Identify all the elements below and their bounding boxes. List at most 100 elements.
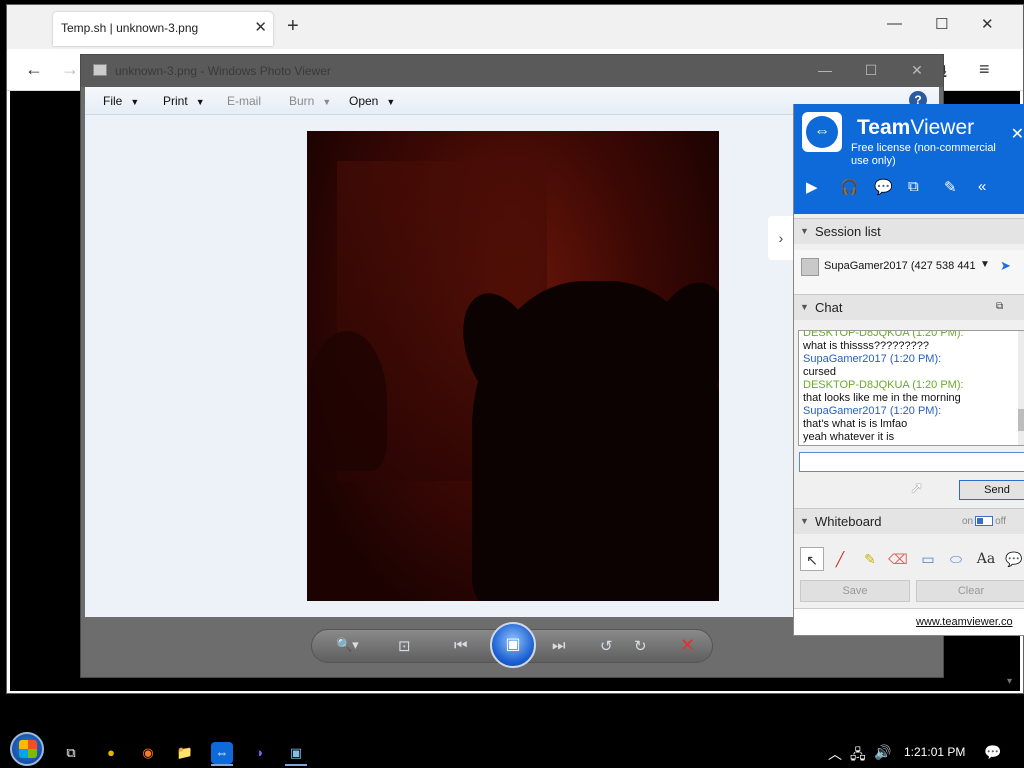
new-tab-button[interactable]: + (287, 15, 299, 38)
menu-icon[interactable]: ≡ (979, 59, 990, 80)
chat-sender: DESKTOP-D8JQKUA (1:20 PM): (803, 379, 964, 391)
chat-scrollbar-thumb[interactable] (1018, 409, 1024, 431)
network-icon[interactable]: 🖧 (850, 744, 866, 768)
slideshow-button[interactable]: ▣ (490, 622, 536, 668)
files-icon[interactable]: ⧉ (908, 178, 919, 195)
whiteboard-header[interactable]: ▼ Whiteboard on off (794, 508, 1024, 534)
menu-file-label: File (103, 94, 123, 108)
photo-dog-silhouette (472, 281, 719, 601)
notifications-icon[interactable]: 💬 (984, 744, 1001, 761)
avatar (801, 258, 819, 276)
chat-scrollbar[interactable] (1018, 331, 1024, 445)
tray-overflow-icon[interactable]: ︿ (828, 744, 842, 764)
fit-window-icon[interactable]: ⊡ (398, 637, 411, 655)
tab-strip: Temp.sh | unknown-3.png ✕ + — ☐ ✕ (7, 5, 1023, 49)
start-button[interactable] (10, 732, 44, 766)
chat-input[interactable] (799, 452, 1024, 472)
tab-title: Temp.sh | unknown-3.png (61, 21, 199, 35)
tab-temp-sh[interactable]: Temp.sh | unknown-3.png ✕ (53, 12, 273, 46)
toggle-off-label: off (995, 516, 1007, 527)
save-button[interactable]: Save (800, 580, 910, 602)
chat-message: that looks like me in the morning (803, 392, 961, 404)
photo-viewer-titlebar[interactable]: unknown-3.png - Windows Photo Viewer — ☐… (81, 55, 943, 87)
photo-viewer-app-icon (93, 64, 107, 76)
video-icon[interactable]: ▶ (806, 178, 818, 196)
eraser-tool-icon[interactable]: ⌫ (886, 547, 910, 571)
chevron-down-icon: ▼ (800, 226, 809, 236)
tor-browser-icon[interactable]: ◑ (248, 742, 270, 764)
session-dropdown-icon[interactable]: ▼ (980, 259, 990, 270)
delete-icon[interactable]: ✕ (680, 635, 695, 656)
chrome-icon[interactable]: ● (100, 742, 122, 764)
text-tool-icon[interactable]: Aa (974, 547, 998, 571)
pointer-icon[interactable]: ➤ (1000, 258, 1011, 274)
chat-log[interactable]: DESKTOP-D8JQKUA (1:20 PM): what is thiss… (798, 330, 1024, 446)
clock[interactable]: 1:21:01 PM (904, 745, 965, 759)
browser-close-button[interactable]: ✕ (981, 15, 994, 33)
chevron-down-icon: ▼ (130, 97, 140, 107)
photo-viewer-maximize-button[interactable]: ☐ (853, 59, 889, 81)
chevron-right-icon[interactable]: › (768, 216, 794, 260)
tab-close-icon[interactable]: ✕ (254, 18, 267, 36)
session-row[interactable]: SupaGamer2017 (427 538 441 ▼ ➤ (794, 250, 1024, 294)
teamviewer-logo: ⇔ (802, 112, 842, 152)
rectangle-tool-icon[interactable]: ▭ (916, 547, 940, 571)
firefox-icon[interactable]: ◉ (137, 742, 159, 764)
chevron-down-icon: ▼ (386, 97, 396, 107)
send-button[interactable]: Send (959, 480, 1024, 500)
chevron-down-icon: ▼ (195, 97, 205, 107)
whiteboard-tools: ↖ ╱ ✎ ⌫ ▭ ⬭ Aa 💬 (794, 544, 1024, 574)
session-list-header[interactable]: ▼ Session list (794, 218, 1024, 244)
next-icon[interactable]: ⏭ (552, 637, 566, 654)
photo-viewer-taskbar-icon[interactable]: ▣ (285, 742, 307, 764)
photo-viewer-minimize-button[interactable]: — (807, 59, 843, 81)
brand-team: Team (857, 116, 911, 139)
chat-header[interactable]: ▼ Chat ⧉ (794, 294, 1024, 320)
menu-open[interactable]: Open ▼ (349, 94, 395, 108)
photo-plant-silhouette (307, 331, 387, 471)
select-tool-icon[interactable]: ↖ (800, 547, 824, 571)
popout-icon[interactable]: ⧉ (996, 301, 1003, 312)
clear-button[interactable]: Clear (916, 580, 1024, 602)
teamviewer-active-indicator (211, 764, 233, 766)
zoom-icon[interactable]: 🔍▾ (336, 637, 359, 653)
chat-icon[interactable]: 💬 (874, 178, 893, 196)
volume-icon[interactable]: 🔊 (874, 744, 891, 761)
headset-icon[interactable]: 🎧 (840, 178, 859, 196)
toggle-switch[interactable] (975, 516, 994, 527)
browser-minimize-button[interactable]: — (887, 15, 902, 32)
task-view-icon[interactable]: ⧉ (60, 742, 82, 764)
collapse-icon[interactable]: « (978, 178, 986, 195)
speech-bubble-tool-icon[interactable]: 💬 (1002, 547, 1024, 571)
chat-messages: DESKTOP-D8JQKUA (1:20 PM): what is thiss… (803, 331, 1020, 444)
file-explorer-icon[interactable]: 📁 (174, 742, 196, 764)
menu-print[interactable]: Print ▼ (163, 94, 205, 108)
session-name: SupaGamer2017 (427 538 441 (824, 260, 976, 272)
scroll-down-icon[interactable]: ▾ (1007, 676, 1012, 687)
teamviewer-header: ⇔ TeamViewer Free license (non-commercia… (794, 104, 1024, 214)
taskbar: ⧉ ● ◉ 📁 ⇔ ◑ ▣ ︿ 🖧 🔊 1:21:01 PM 💬 (0, 732, 1024, 768)
menu-print-label: Print (163, 94, 188, 108)
teamviewer-footer: www.teamviewer.co (794, 608, 1024, 635)
teamviewer-website-link[interactable]: www.teamviewer.co (916, 616, 1013, 628)
brand-viewer: Viewer (910, 116, 975, 139)
menu-email[interactable]: E-mail (227, 94, 261, 108)
menu-burn[interactable]: Burn ▼ (289, 94, 331, 108)
forward-icon[interactable]: → (61, 59, 79, 80)
rotate-ccw-icon[interactable]: ↺ (600, 637, 613, 655)
highlighter-tool-icon[interactable]: ✎ (858, 547, 882, 571)
rotate-cw-icon[interactable]: ↻ (634, 637, 647, 655)
ellipse-tool-icon[interactable]: ⬭ (944, 547, 968, 571)
toggle-on-label: on (962, 516, 974, 527)
teamviewer-close-icon[interactable]: ✕ (1011, 124, 1024, 144)
whiteboard-toggle[interactable]: on off (962, 516, 1006, 527)
chat-label: Chat (815, 300, 843, 315)
photo-viewer-close-button[interactable]: ✕ (899, 59, 935, 81)
back-icon[interactable]: ← (25, 59, 43, 80)
teamviewer-taskbar-icon[interactable]: ⇔ (211, 742, 233, 764)
pen-tool-icon[interactable]: ╱ (828, 547, 852, 571)
menu-file[interactable]: File ▼ (103, 94, 139, 108)
previous-icon[interactable]: ⏮ (454, 637, 468, 654)
whiteboard-toolbar-icon[interactable]: ✎ (944, 178, 957, 196)
browser-maximize-button[interactable]: ☐ (935, 15, 948, 33)
